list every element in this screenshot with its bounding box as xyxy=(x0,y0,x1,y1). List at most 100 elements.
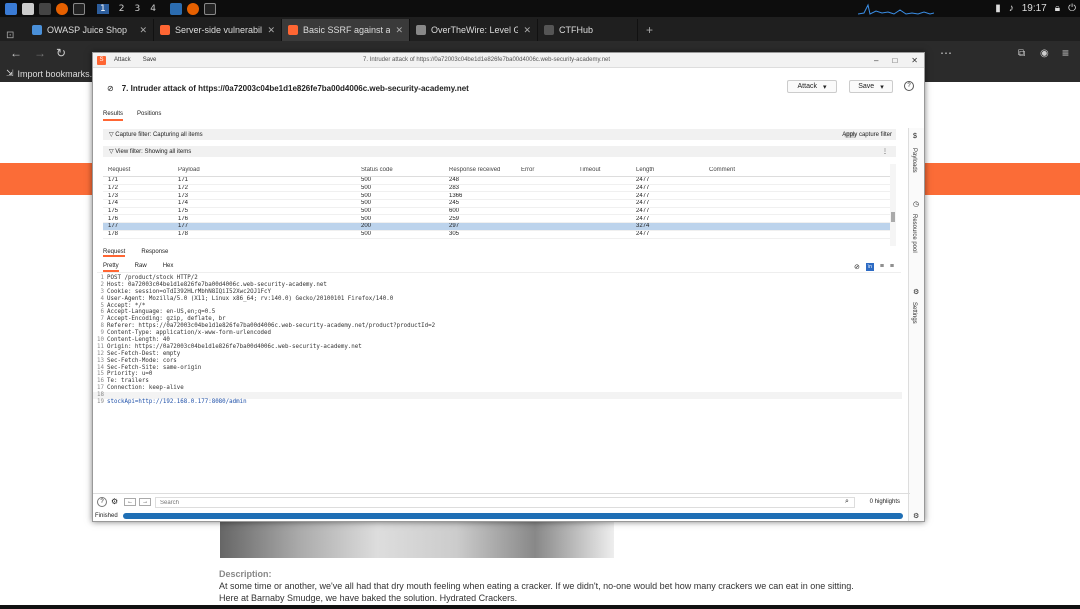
firefox-icon[interactable] xyxy=(56,2,68,15)
attack-icon: ⊘ xyxy=(107,83,114,93)
tab-request[interactable]: Request xyxy=(103,249,126,257)
firefox-task-icon[interactable] xyxy=(186,2,199,15)
bell-icon[interactable]: ♪ xyxy=(1009,3,1014,14)
menu-icon[interactable]: ⋯ xyxy=(940,46,952,60)
col-length[interactable]: Length xyxy=(631,167,704,173)
screen: { "taskbar": { "workspaces": ["1", "2", … xyxy=(0,0,1080,609)
tab-positions[interactable]: Positions xyxy=(137,111,161,121)
table-row[interactable]: 177 177 200 297 3274 xyxy=(103,223,890,231)
tab-response[interactable]: Response xyxy=(141,249,168,257)
table-row[interactable]: 174 174 500 245 2477 xyxy=(103,200,890,208)
browser-tab-0[interactable]: OWASP Juice Shop ✕ xyxy=(26,19,154,41)
table-row[interactable]: 171 171 500 248 2477 xyxy=(103,177,890,185)
table-scrollbar[interactable] xyxy=(890,164,896,246)
workspace-3[interactable]: 3 xyxy=(134,4,140,14)
extensions-icon[interactable]: ⧉ xyxy=(1018,48,1025,59)
new-tab-icon[interactable]: + xyxy=(638,23,661,41)
account-icon[interactable]: ◉ xyxy=(1040,48,1049,59)
attack-button[interactable]: Attack ▾ xyxy=(787,80,837,93)
terminal-task-icon[interactable] xyxy=(203,2,216,15)
launcher-icon[interactable] xyxy=(5,2,17,15)
attack-heading: 7. Intruder attack of https://0a72003c04… xyxy=(121,83,469,93)
maximize-icon[interactable]: □ xyxy=(892,56,897,65)
workspace-2[interactable]: 2 xyxy=(119,4,125,14)
forward-arrow-icon[interactable]: → xyxy=(139,497,152,506)
power-icon[interactable]: ⏻ xyxy=(1068,3,1076,14)
folder-icon[interactable] xyxy=(39,2,51,15)
tab-favicon-icon xyxy=(160,25,170,35)
workspace-4[interactable]: 4 xyxy=(150,4,156,14)
col-request[interactable]: Request xyxy=(103,167,173,173)
table-row[interactable]: 172 172 500 283 2477 xyxy=(103,185,890,193)
search-input[interactable] xyxy=(155,497,855,508)
table-row[interactable]: 175 175 500 600 2477 xyxy=(103,208,890,216)
menu-attack[interactable]: Attack xyxy=(114,57,131,63)
browser-tab-4[interactable]: CTFHub xyxy=(538,19,638,41)
table-cell: 173 xyxy=(178,192,189,199)
table-row[interactable]: 173 173 500 1366 2477 xyxy=(103,192,890,201)
close-icon[interactable]: ✕ xyxy=(911,56,918,65)
lock-icon[interactable]: 🔒︎ xyxy=(1055,3,1060,14)
file-manager-icon[interactable] xyxy=(22,2,34,15)
back-icon[interactable]: ← xyxy=(10,46,22,60)
browser-tab-3[interactable]: OverTheWire: Level Goal ✕ xyxy=(410,19,538,41)
code-line: 14 Sec-Fetch-Site: same-origin xyxy=(93,365,902,372)
help-icon[interactable]: ? xyxy=(97,496,107,507)
help-icon[interactable]: ? xyxy=(904,81,914,91)
col-status-code[interactable]: Status code xyxy=(356,167,444,173)
hide-icon[interactable]: ⊘ xyxy=(854,263,860,271)
col-payload[interactable]: Payload xyxy=(173,167,356,173)
menu-save[interactable]: Save xyxy=(143,57,157,63)
product-image xyxy=(220,520,614,558)
table-cell: 178 xyxy=(178,231,189,238)
burp-task-icon[interactable] xyxy=(169,2,182,15)
tab-results[interactable]: Results xyxy=(103,111,124,121)
tab-list-icon[interactable]: ⊡ xyxy=(0,30,26,41)
settings-gear-icon[interactable]: ⚙ xyxy=(913,512,919,520)
hamburger-icon[interactable]: ≡ xyxy=(1062,46,1069,60)
line-text: POST /product/stock HTTP/2 xyxy=(107,275,198,281)
newline-icon[interactable]: \n xyxy=(865,263,874,271)
tab-hex[interactable]: Hex xyxy=(163,263,174,272)
notification-icon[interactable]: ▮ xyxy=(995,3,1001,14)
table-row[interactable]: 178 178 500 305 2477 xyxy=(103,231,890,239)
close-icon[interactable]: ✕ xyxy=(523,25,531,36)
workspace-1[interactable]: 1 xyxy=(97,3,109,14)
browser-tab-1[interactable]: Server-side vulnerabiliti ✕ xyxy=(154,19,282,41)
import-icon: ⇲ xyxy=(6,68,14,78)
close-icon[interactable]: ✕ xyxy=(267,25,275,36)
back-arrow-icon[interactable]: ← xyxy=(124,497,137,506)
tab-pretty[interactable]: Pretty xyxy=(103,263,119,272)
settings-gear-icon[interactable]: ⚙ xyxy=(111,497,118,506)
sidebar-payloads[interactable]: Payloads xyxy=(911,148,917,173)
close-icon[interactable]: ✕ xyxy=(139,25,147,36)
terminal-icon[interactable] xyxy=(73,2,85,15)
request-editor[interactable]: 1 POST /product/stock HTTP/2 2 Host: 0a7200… xyxy=(93,275,902,406)
col-error[interactable]: Error xyxy=(516,167,574,173)
sidebar-settings[interactable]: Settings xyxy=(911,302,917,324)
tab-raw[interactable]: Raw xyxy=(135,263,147,272)
settings-gear-icon[interactable]: ⚙ xyxy=(913,288,919,296)
save-button[interactable]: Save ▾ xyxy=(849,80,893,93)
more-options-icon[interactable]: ⋮ xyxy=(882,148,888,155)
col-comment[interactable]: Comment xyxy=(704,167,790,173)
col-response-received[interactable]: Response received xyxy=(444,167,516,173)
sidebar-resource-pool[interactable]: Resource pool xyxy=(911,214,917,253)
reload-icon[interactable]: ↻ xyxy=(56,46,66,60)
capture-filter-bar[interactable]: ▽ Capture filter: Capturing all items Ap… xyxy=(103,129,896,140)
browser-tab-2[interactable]: Basic SSRF against anoth ✕ xyxy=(282,19,410,41)
table-cell: 174 xyxy=(178,200,189,207)
forward-icon[interactable]: → xyxy=(34,46,46,60)
resource-pool-icon[interactable]: ◷ xyxy=(913,200,919,208)
import-bookmarks-link[interactable]: Import bookmarks... xyxy=(18,69,98,79)
menu-icon[interactable]: ≡ xyxy=(890,263,894,271)
view-filter-bar[interactable]: ▽ View filter: Showing all items ⋮ xyxy=(103,146,896,157)
table-row[interactable]: 176 176 500 259 2477 xyxy=(103,215,890,224)
payloads-icon[interactable]: $ xyxy=(913,133,917,140)
scrollbar-thumb[interactable] xyxy=(891,212,895,222)
code-line: 2 Host: 0a72003c04be1d1e826fe7ba00d4006c.… xyxy=(93,282,902,289)
col-timeout[interactable]: Timeout xyxy=(574,167,631,173)
wrap-icon[interactable]: ≡ xyxy=(880,263,884,271)
close-icon[interactable]: ✕ xyxy=(395,25,403,36)
minimize-icon[interactable]: – xyxy=(874,56,878,65)
